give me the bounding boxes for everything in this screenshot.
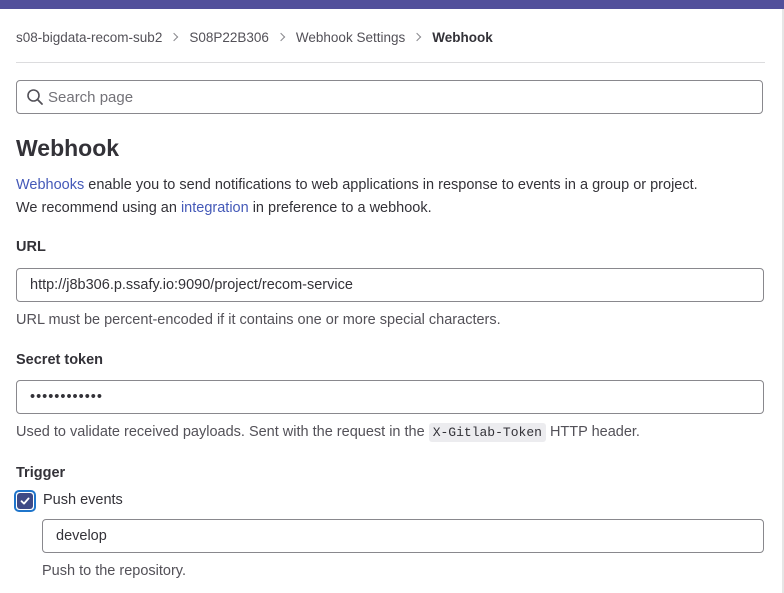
trigger-label: Trigger bbox=[16, 465, 66, 481]
breadcrumb: s08-bigdata-recom-sub2 S08P22B306 Webhoo… bbox=[16, 28, 493, 46]
secret-token-help-text: Used to validate received payloads. Sent… bbox=[16, 422, 640, 443]
secret-token-help-after: HTTP header. bbox=[545, 424, 640, 440]
page-title: Webhook bbox=[16, 135, 120, 161]
intro-text: Webhooks enable you to send notification… bbox=[16, 174, 766, 220]
intro-text-2: We recommend using an bbox=[16, 200, 181, 216]
intro-text-3: in preference to a webhook. bbox=[248, 200, 432, 216]
push-events-help-text: Push to the repository. bbox=[42, 563, 187, 579]
secret-token-input[interactable] bbox=[16, 380, 764, 414]
url-input[interactable] bbox=[16, 268, 764, 302]
search-box[interactable] bbox=[16, 80, 763, 114]
url-help-text: URL must be percent-encoded if it contai… bbox=[16, 312, 501, 328]
webhooks-link[interactable]: Webhooks bbox=[16, 177, 84, 193]
push-events-branch-input[interactable] bbox=[42, 519, 764, 553]
top-bar bbox=[0, 0, 784, 9]
push-events-label[interactable]: Push events bbox=[43, 492, 123, 508]
breadcrumb-item-webhook-settings[interactable]: Webhook Settings bbox=[296, 30, 405, 45]
checkbox-box bbox=[17, 493, 33, 509]
chevron-right-icon bbox=[276, 32, 286, 42]
header-name-code: X-Gitlab-Token bbox=[428, 423, 546, 442]
checkmark-icon bbox=[20, 497, 30, 505]
secret-token-help-before: Used to validate received payloads. Sent… bbox=[16, 424, 429, 440]
chevron-right-icon bbox=[412, 32, 422, 42]
push-events-checkbox[interactable] bbox=[14, 490, 36, 512]
integration-link[interactable]: integration bbox=[181, 200, 249, 216]
search-icon bbox=[27, 89, 43, 105]
breadcrumb-item-current[interactable]: Webhook bbox=[432, 30, 493, 45]
url-label: URL bbox=[16, 239, 46, 255]
breadcrumb-item-project[interactable]: S08P22B306 bbox=[189, 30, 269, 45]
secret-token-label: Secret token bbox=[16, 352, 104, 368]
chevron-right-icon bbox=[170, 32, 179, 42]
divider bbox=[16, 62, 765, 63]
breadcrumb-item-group[interactable]: s08-bigdata-recom-sub2 bbox=[16, 30, 162, 45]
intro-text-1: enable you to send notifications to web … bbox=[84, 177, 698, 193]
search-input[interactable] bbox=[48, 88, 728, 106]
